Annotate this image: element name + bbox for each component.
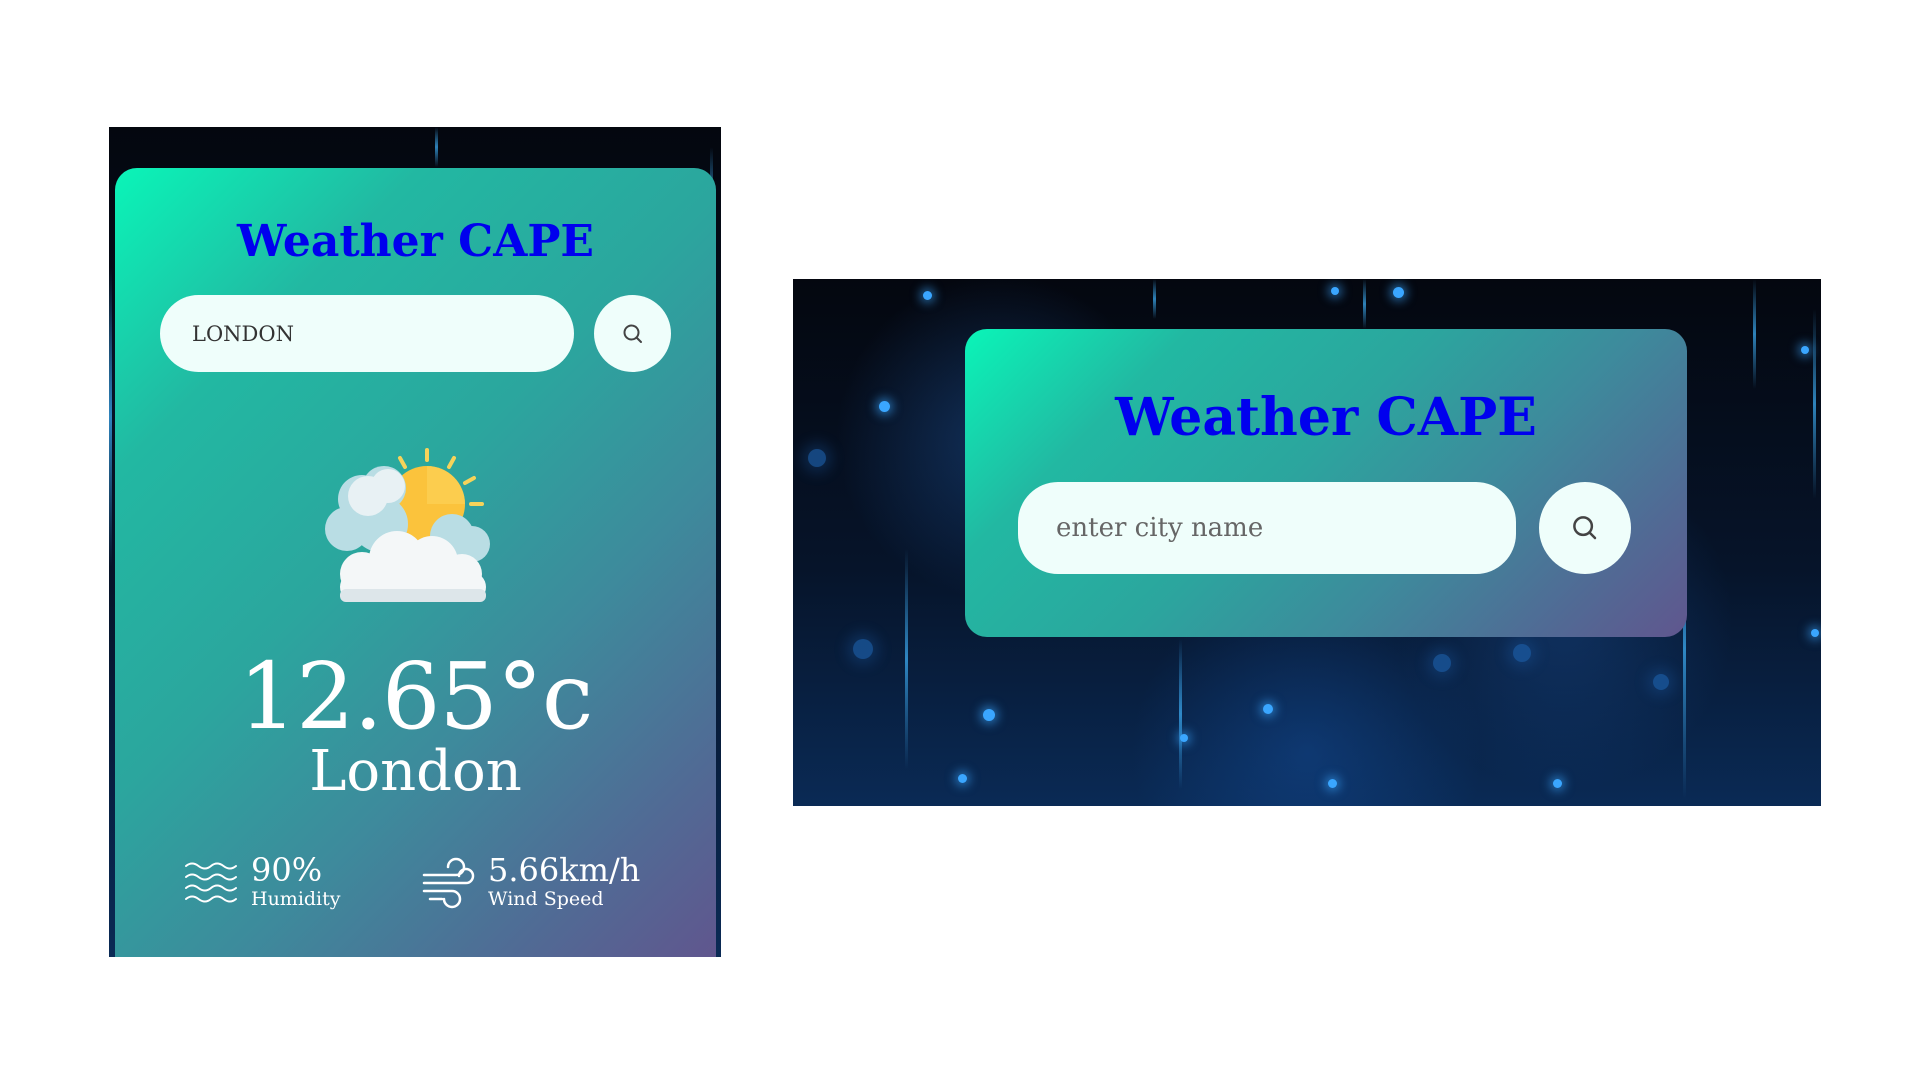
light-dot [1393,287,1404,298]
light-dot [1653,674,1669,690]
search-button[interactable] [594,295,671,372]
wind-icon [422,857,475,908]
app-title: Weather CAPE [1115,387,1537,448]
light-dot [1513,644,1531,662]
weather-result-screenshot: Weather CAPE LONDON 12.65°c London 90% H… [109,127,721,957]
rain-streak [905,549,908,769]
light-dot [923,291,932,300]
search-icon [623,324,642,343]
rain-streak [1813,309,1816,499]
rain-streak [1753,279,1756,389]
light-dot [983,709,995,721]
rain-streak [435,127,438,167]
city-name: London [309,739,522,804]
humidity-value: 90% [251,851,323,889]
search-icon [1573,516,1597,540]
light-dot [808,449,826,467]
partly-cloudy-icon [325,448,490,602]
rain-streak [1363,279,1366,329]
wind-stat: 5.66km/h Wind Speed [422,854,640,909]
light-dot [879,401,890,412]
app-title: Weather CAPE [237,216,594,267]
wind-value: 5.66km/h [488,851,641,889]
light-dot [1801,346,1809,354]
light-dot [853,639,873,659]
light-dot [1433,654,1451,672]
humidity-label: Humidity [251,888,341,910]
rain-streak [1153,279,1156,319]
light-dot [1263,704,1273,714]
light-dot [1811,629,1819,637]
search-card: Weather CAPE [965,329,1687,637]
humidity-waves-icon [185,862,237,902]
light-dot [1180,734,1188,742]
light-dot [958,774,967,783]
weather-search-screenshot: Weather CAPE [793,279,1821,806]
humidity-stat: 90% Humidity [183,854,341,909]
city-search-input[interactable] [1018,482,1516,574]
wind-label: Wind Speed [488,888,604,910]
search-button[interactable] [1539,482,1631,574]
rain-streak [1179,639,1182,789]
light-dot [1553,779,1562,788]
light-dot [1331,287,1339,295]
temperature-value: 12.65°c [238,643,594,750]
rain-streak [109,267,112,567]
weather-card: Weather CAPE LONDON 12.65°c London 90% H… [115,168,716,957]
light-dot [1328,779,1337,788]
city-search-input[interactable] [160,295,574,372]
